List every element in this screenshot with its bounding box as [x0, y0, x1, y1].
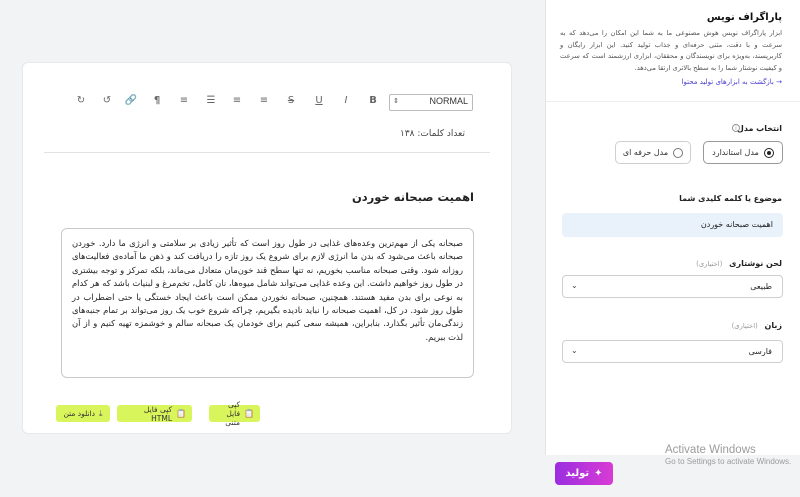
sparkle-icon: ✦ [594, 468, 603, 479]
editor-divider [44, 152, 490, 153]
language-label: زبان (اختیاری) [731, 321, 782, 330]
copy-html-button[interactable]: 📋 کپی فایل HTML [117, 405, 192, 423]
bold-icon[interactable]: B [365, 93, 381, 109]
language-select[interactable]: ⌄ فارسی [562, 340, 783, 363]
article-title: اهمیت صبحانه خوردن [351, 190, 474, 204]
back-link[interactable]: → بازگشت به ابزارهای تولید محتوا [682, 78, 782, 86]
align-left-icon[interactable]: ≡ [256, 93, 272, 109]
activate-windows-watermark: Activate Windows Go to Settings to activ… [665, 444, 792, 466]
align-right-icon[interactable]: ≡ [176, 93, 192, 109]
chevron-down-icon: ⌄ [571, 281, 578, 290]
tone-select[interactable]: ⌄ طبیعی [562, 275, 783, 298]
model-pro-option[interactable]: مدل حرفه ای [615, 141, 691, 164]
format-select-value: NORMAL [429, 96, 468, 106]
strikethrough-icon[interactable]: S [283, 93, 299, 109]
generate-button[interactable]: ✦ تولید [555, 462, 613, 485]
word-count: تعداد کلمات: ۱۳۸ [399, 129, 465, 139]
model-standard-option[interactable]: مدل استاندارد [703, 141, 783, 164]
copy-text-button[interactable]: 📋 کپی فایل متنی [209, 400, 260, 427]
ordered-list-icon[interactable]: ☰ [203, 93, 219, 109]
chevron-down-icon: ⌄ [571, 346, 578, 355]
clipboard-icon: 📋 [244, 409, 254, 418]
block-format-select[interactable]: ⇕ NORMAL [389, 94, 473, 111]
download-text-button[interactable]: ⤓ دانلود متن [56, 405, 110, 422]
undo-icon[interactable]: ↺ [99, 93, 115, 109]
rtl-paragraph-icon[interactable]: ¶ [149, 93, 165, 109]
radio-selected-icon [763, 147, 774, 158]
settings-panel: پاراگراف نویس ابزار پاراگراف نویس هوش مص… [545, 0, 800, 455]
panel-divider [546, 101, 800, 102]
info-icon[interactable]: i [732, 124, 740, 132]
underline-icon[interactable]: U [311, 93, 327, 109]
keyword-input[interactable]: اهمیت صبحانه خوردن [562, 213, 783, 237]
radio-unselected-icon [673, 147, 684, 158]
select-arrows-icon: ⇕ [393, 98, 399, 105]
model-label: انتخاب مدل [736, 124, 782, 133]
link-icon[interactable]: 🔗 [123, 93, 139, 109]
italic-icon[interactable]: I [338, 93, 354, 109]
keyword-label: موضوع یا کلمه کلیدی شما [679, 194, 782, 203]
arrow-right-icon: → [776, 78, 782, 86]
align-center-icon[interactable]: ≡ [229, 93, 245, 109]
clipboard-icon: 📋 [176, 409, 186, 418]
panel-description: ابزار پاراگراف نویس هوش مصنوعی ما به شما… [560, 29, 782, 72]
download-icon: ⤓ [99, 408, 103, 418]
redo-icon[interactable]: ↻ [73, 93, 89, 109]
tone-label: لحن نوشتاری (اختیاری) [696, 259, 782, 268]
article-body[interactable]: صبحانه یکی از مهم‌ترین وعده‌های غذایی در… [61, 228, 474, 378]
panel-title: پاراگراف نویس [706, 12, 782, 23]
